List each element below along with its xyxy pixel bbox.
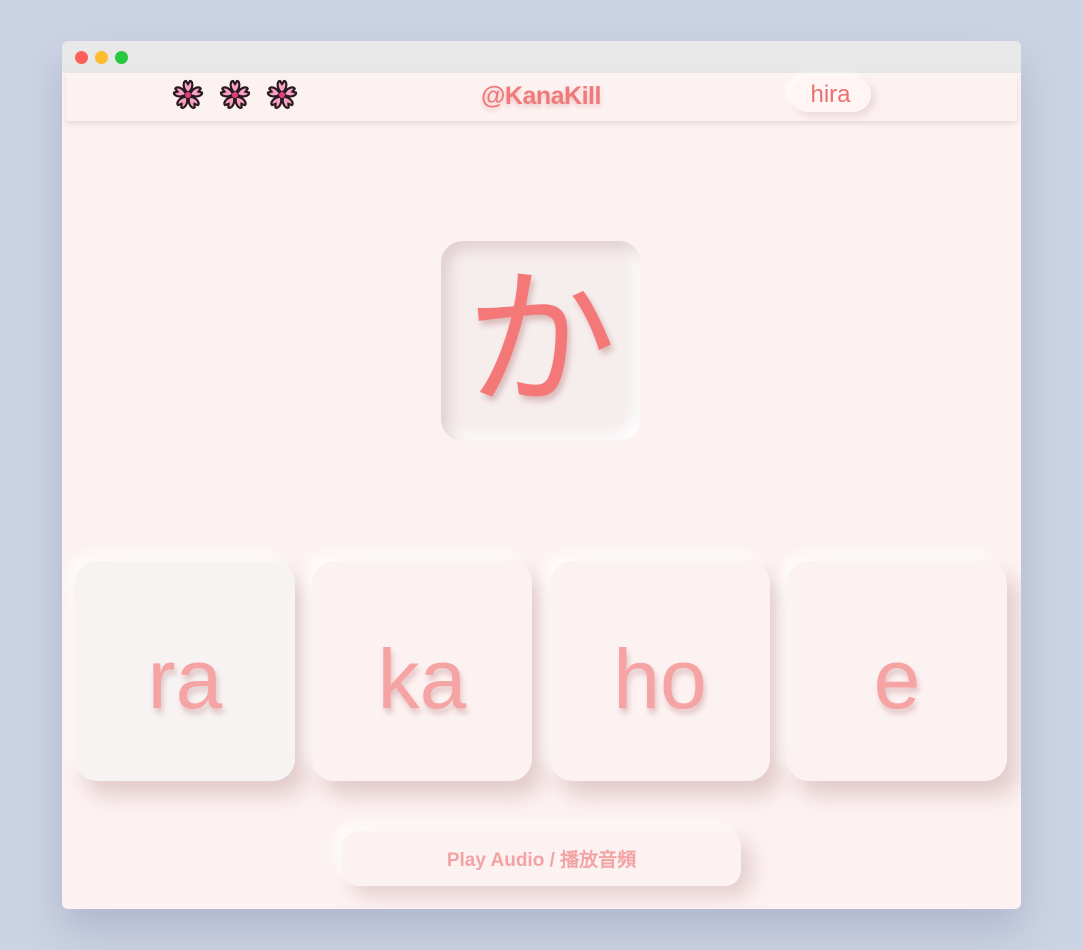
window-titlebar [62,41,1021,73]
cherry-blossom-icon [219,79,251,109]
kana-prompt-card: か [441,241,641,441]
answer-option-ra[interactable]: ra [75,561,295,781]
minimize-window-button[interactable] [95,51,108,64]
cherry-blossom-icon [172,79,204,109]
kana-character: か [465,254,616,428]
close-window-button[interactable] [75,51,88,64]
app-brand: @KanaKill [481,82,601,110]
app-window: @KanaKill hira か ra ka ho e Play Audio /… [62,41,1021,909]
cherry-blossom-icon [266,79,298,109]
maximize-window-button[interactable] [115,51,128,64]
answer-option-e[interactable]: e [787,561,1007,781]
kana-mode-toggle[interactable]: hira [790,77,871,112]
answer-option-label: e [873,631,921,726]
answer-option-label: ho [613,631,707,726]
answer-option-ka[interactable]: ka [312,561,532,781]
play-audio-button[interactable]: Play Audio / 播放音頻 [342,831,741,886]
answer-option-label: ka [377,631,467,726]
answer-option-ho[interactable]: ho [550,561,770,781]
top-bar: @KanaKill hira [66,73,1017,121]
answer-option-label: ra [147,631,223,726]
